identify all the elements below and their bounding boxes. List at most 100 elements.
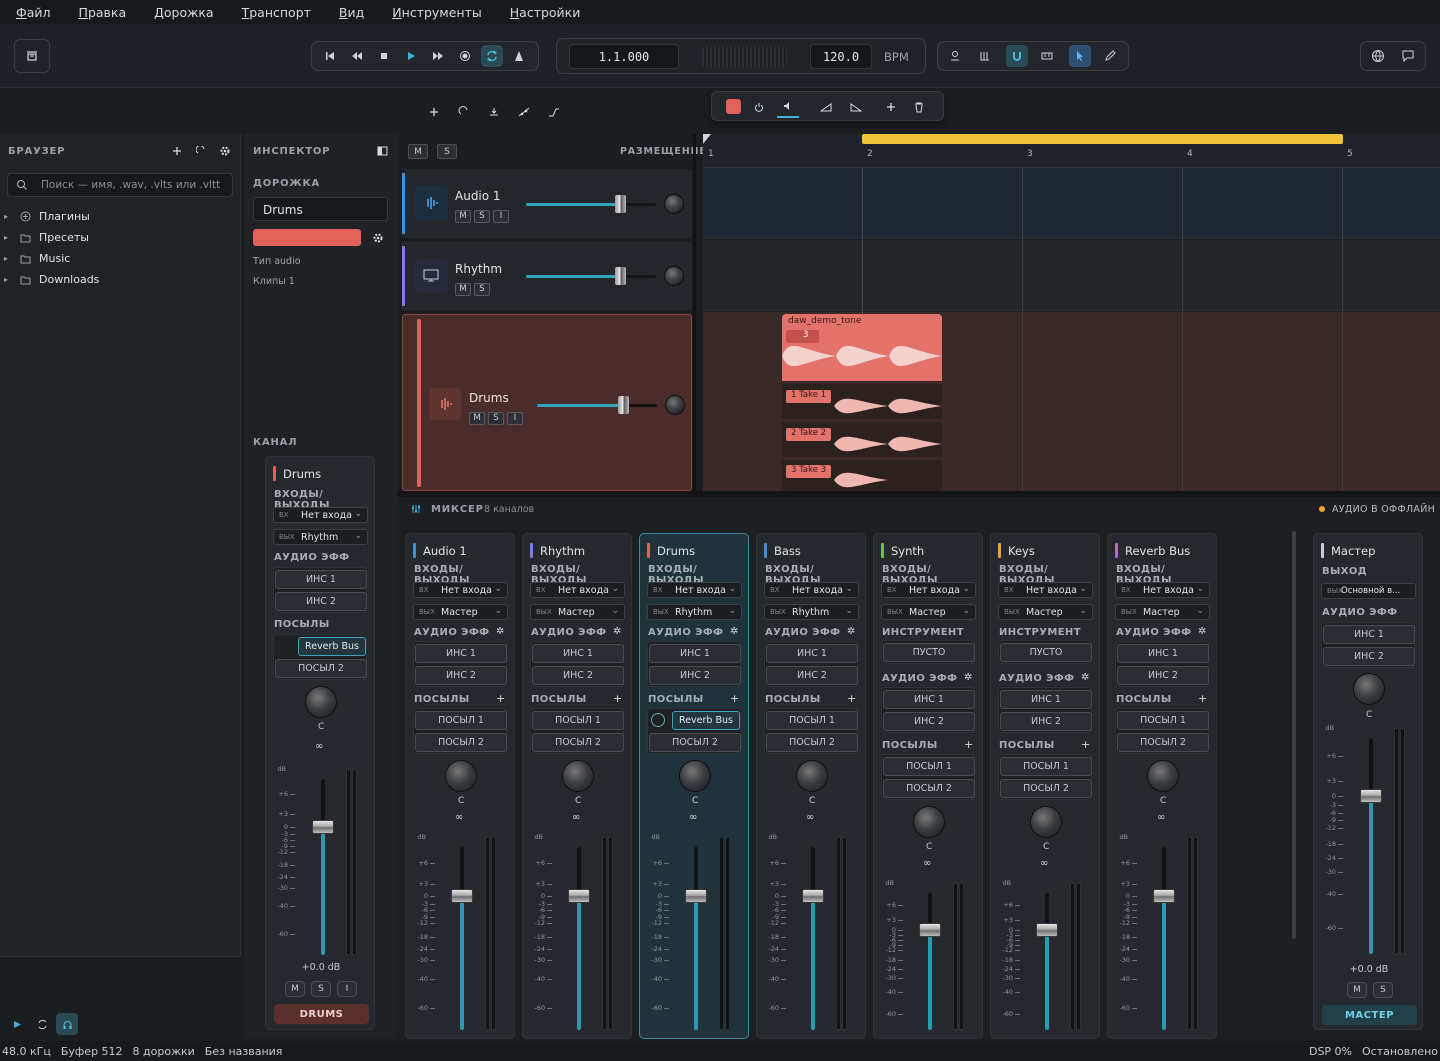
send-slot-1[interactable]: ПОСЫЛ 1 [1117, 711, 1209, 730]
input-button[interactable]: I [507, 411, 523, 425]
insert-slot-2[interactable]: ИНС 2 [415, 666, 507, 685]
send-slot-1[interactable]: ПОСЫЛ 1 [1000, 757, 1092, 776]
tree-item-plugins[interactable]: ▸ Плагины [4, 206, 99, 227]
menu-edit[interactable]: Правка [79, 5, 127, 20]
tempo-field[interactable]: 120.0 [810, 44, 872, 69]
solo-button[interactable]: S [474, 209, 490, 223]
fx-bypass-icon[interactable]: ◌ [713, 627, 720, 636]
track-color-button[interactable] [253, 229, 361, 246]
insert-slot-2[interactable]: ИНС 2 [766, 666, 858, 685]
send-slot-2[interactable]: ПОСЫЛ 2 [649, 733, 741, 752]
input-button[interactable]: I [493, 209, 509, 223]
fast-forward-button[interactable] [427, 45, 449, 67]
chat-button[interactable] [1397, 45, 1419, 67]
send-slot-1[interactable]: ПОСЫЛ 1 [415, 711, 507, 730]
master-mute-button[interactable]: M [1347, 982, 1367, 998]
pan-knob[interactable] [1031, 807, 1061, 837]
send-slot-2[interactable]: ПОСЫЛ 2 [1117, 733, 1209, 752]
pan-knob[interactable] [446, 761, 476, 791]
instrument-slot[interactable]: ПУСТО [1000, 643, 1092, 662]
timeline-ruler[interactable]: 1 2 3 4 5 [703, 134, 1440, 168]
send-slot-2[interactable]: ПОСЫЛ 2 [766, 733, 858, 752]
stop-button[interactable] [373, 45, 395, 67]
track-pan-knob[interactable] [665, 195, 683, 213]
tool-follow-button[interactable] [944, 45, 966, 67]
fx-bypass-icon[interactable]: ◌ [830, 627, 837, 636]
tool-keyboard-button[interactable] [1036, 45, 1058, 67]
clip-volume-button[interactable] [777, 96, 799, 118]
add-send-icon[interactable]: + [1081, 738, 1090, 751]
link-icon[interactable]: ∞ [1157, 812, 1165, 823]
fader-handle[interactable] [1036, 922, 1058, 937]
fx-gear-icon[interactable]: ✲ [496, 626, 504, 637]
insert-slot-2[interactable]: ИНС 2 [1000, 712, 1092, 731]
insert-slot-1[interactable]: ИНС 1 [883, 690, 975, 709]
track-pan-knob[interactable] [666, 396, 684, 414]
link-icon[interactable]: ∞ [1040, 858, 1048, 869]
position-readout[interactable]: 1.1.000 [569, 44, 679, 69]
channel-output-select[interactable]: ВЫХ Rhythm ⌄ [273, 529, 368, 545]
add-send-icon[interactable]: + [613, 692, 622, 705]
tracks-splitter[interactable] [693, 134, 696, 491]
link-icon[interactable]: ∞ [455, 812, 463, 823]
send-reverb-bus[interactable]: Reverb Bus [672, 711, 740, 730]
strip-input-select[interactable]: ВХ Нет входа ⌄ [413, 582, 508, 598]
link-icon[interactable]: ∞ [923, 858, 931, 869]
audio-clip[interactable]: daw_demo_tone 3 1 Take 1 2 Take 2 3 Take… [782, 314, 942, 491]
loop-region[interactable] [862, 134, 1343, 144]
track-volume-slider[interactable] [526, 267, 656, 285]
fader-handle[interactable] [802, 889, 824, 904]
pan-knob[interactable] [306, 687, 336, 717]
clip-delete-button[interactable] [908, 96, 930, 118]
curve-button[interactable] [543, 101, 565, 123]
track-volume-slider[interactable] [537, 396, 657, 414]
insert-slot-1[interactable]: ИНС 1 [415, 644, 507, 663]
automation-button[interactable] [513, 101, 535, 123]
track-name-input[interactable]: Drums [253, 197, 388, 221]
link-icon[interactable]: ∞ [572, 812, 580, 823]
tool-grid-button[interactable] [974, 45, 996, 67]
lane-rhythm[interactable] [703, 240, 1440, 311]
insert-slot-1[interactable]: ИНС 1 [532, 644, 624, 663]
fx-gear-icon[interactable]: ✲ [1198, 626, 1206, 637]
strip-input-select[interactable]: ВХ Нет входа ⌄ [998, 582, 1093, 598]
pan-knob[interactable] [797, 761, 827, 791]
pan-knob[interactable] [563, 761, 593, 791]
clip-color-swatch[interactable] [726, 99, 741, 114]
tree-item-presets[interactable]: ▸ Пресеты [4, 227, 99, 248]
fader-handle[interactable] [685, 889, 707, 904]
fader-handle[interactable] [1153, 889, 1175, 904]
solo-button[interactable]: S [474, 282, 490, 296]
mute-button[interactable]: M [455, 209, 471, 223]
fx-gear-icon[interactable]: ✲ [730, 626, 738, 637]
strip-output-select[interactable]: ВЫХ Мастер ⌄ [881, 604, 976, 620]
link-icon[interactable]: ∞ [315, 741, 323, 752]
insert-slot-2[interactable]: ИНС 2 [275, 592, 367, 611]
fx-gear-icon[interactable]: ✲ [1081, 672, 1089, 683]
tool-snap-button[interactable] [1006, 45, 1028, 67]
tree-item-downloads[interactable]: ▸ Downloads [4, 269, 99, 290]
mute-button[interactable]: M [469, 411, 485, 425]
insert-slot-1[interactable]: ИНС 1 [1000, 690, 1092, 709]
lane-audio1[interactable] [703, 168, 1440, 239]
menu-tools[interactable]: Инструменты [392, 5, 481, 20]
play-button[interactable] [400, 45, 422, 67]
fx-gear-icon[interactable]: ✲ [847, 626, 855, 637]
track-volume-slider[interactable] [526, 195, 656, 213]
pan-knob[interactable] [680, 761, 710, 791]
mixer-scrollbar[interactable] [1292, 531, 1296, 939]
browser-add-button[interactable] [166, 140, 188, 162]
input-monitor-button[interactable] [483, 101, 505, 123]
insert-slot-2[interactable]: ИНС 2 [649, 666, 741, 685]
slider-handle[interactable] [618, 396, 630, 414]
channel-label-button[interactable]: DRUMS [274, 1004, 369, 1024]
solo-button[interactable]: S [488, 411, 504, 425]
tool-pointer-button[interactable] [1069, 45, 1091, 67]
master-pan-knob[interactable] [1354, 674, 1384, 704]
fx-gear-icon[interactable]: ✲ [964, 672, 972, 683]
master-solo-button[interactable]: S [1373, 982, 1393, 998]
insert-slot-1[interactable]: ИНС 1 [1323, 625, 1415, 644]
send-slot-2[interactable]: ПОСЫЛ 2 [1000, 779, 1092, 798]
strip-output-select[interactable]: ВЫХ Мастер ⌄ [1115, 604, 1210, 620]
fader-handle[interactable] [312, 819, 334, 834]
